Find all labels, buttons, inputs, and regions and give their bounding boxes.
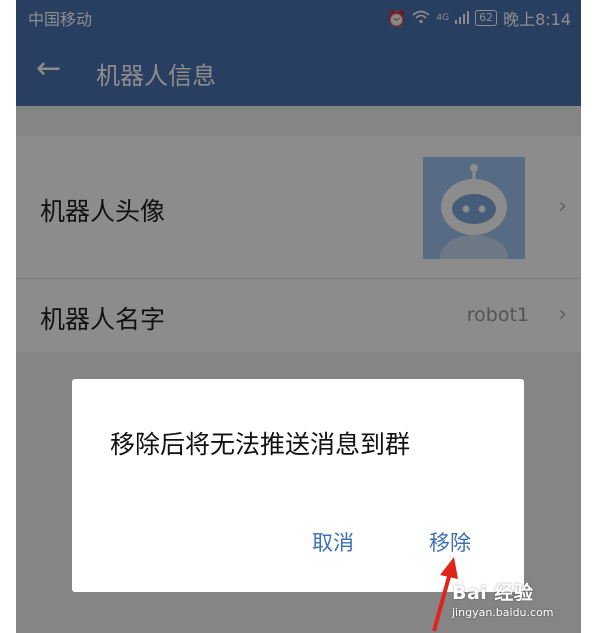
phone-screen: 中国移动 ⏰ 4G 62 晚上8:14 ← 机器人信息 机器人头像 › 机器人名…	[16, 0, 581, 633]
remove-button[interactable]: 移除	[429, 527, 471, 557]
cancel-button[interactable]: 取消	[312, 527, 354, 557]
watermark-brand: Bai 经验	[452, 582, 534, 604]
dialog-message: 移除后将无法推送消息到群	[110, 430, 411, 459]
watermark-url: jingyan.baidu.com	[452, 606, 554, 619]
baidu-watermark: Bai 经验 jingyan.baidu.com	[452, 578, 554, 619]
